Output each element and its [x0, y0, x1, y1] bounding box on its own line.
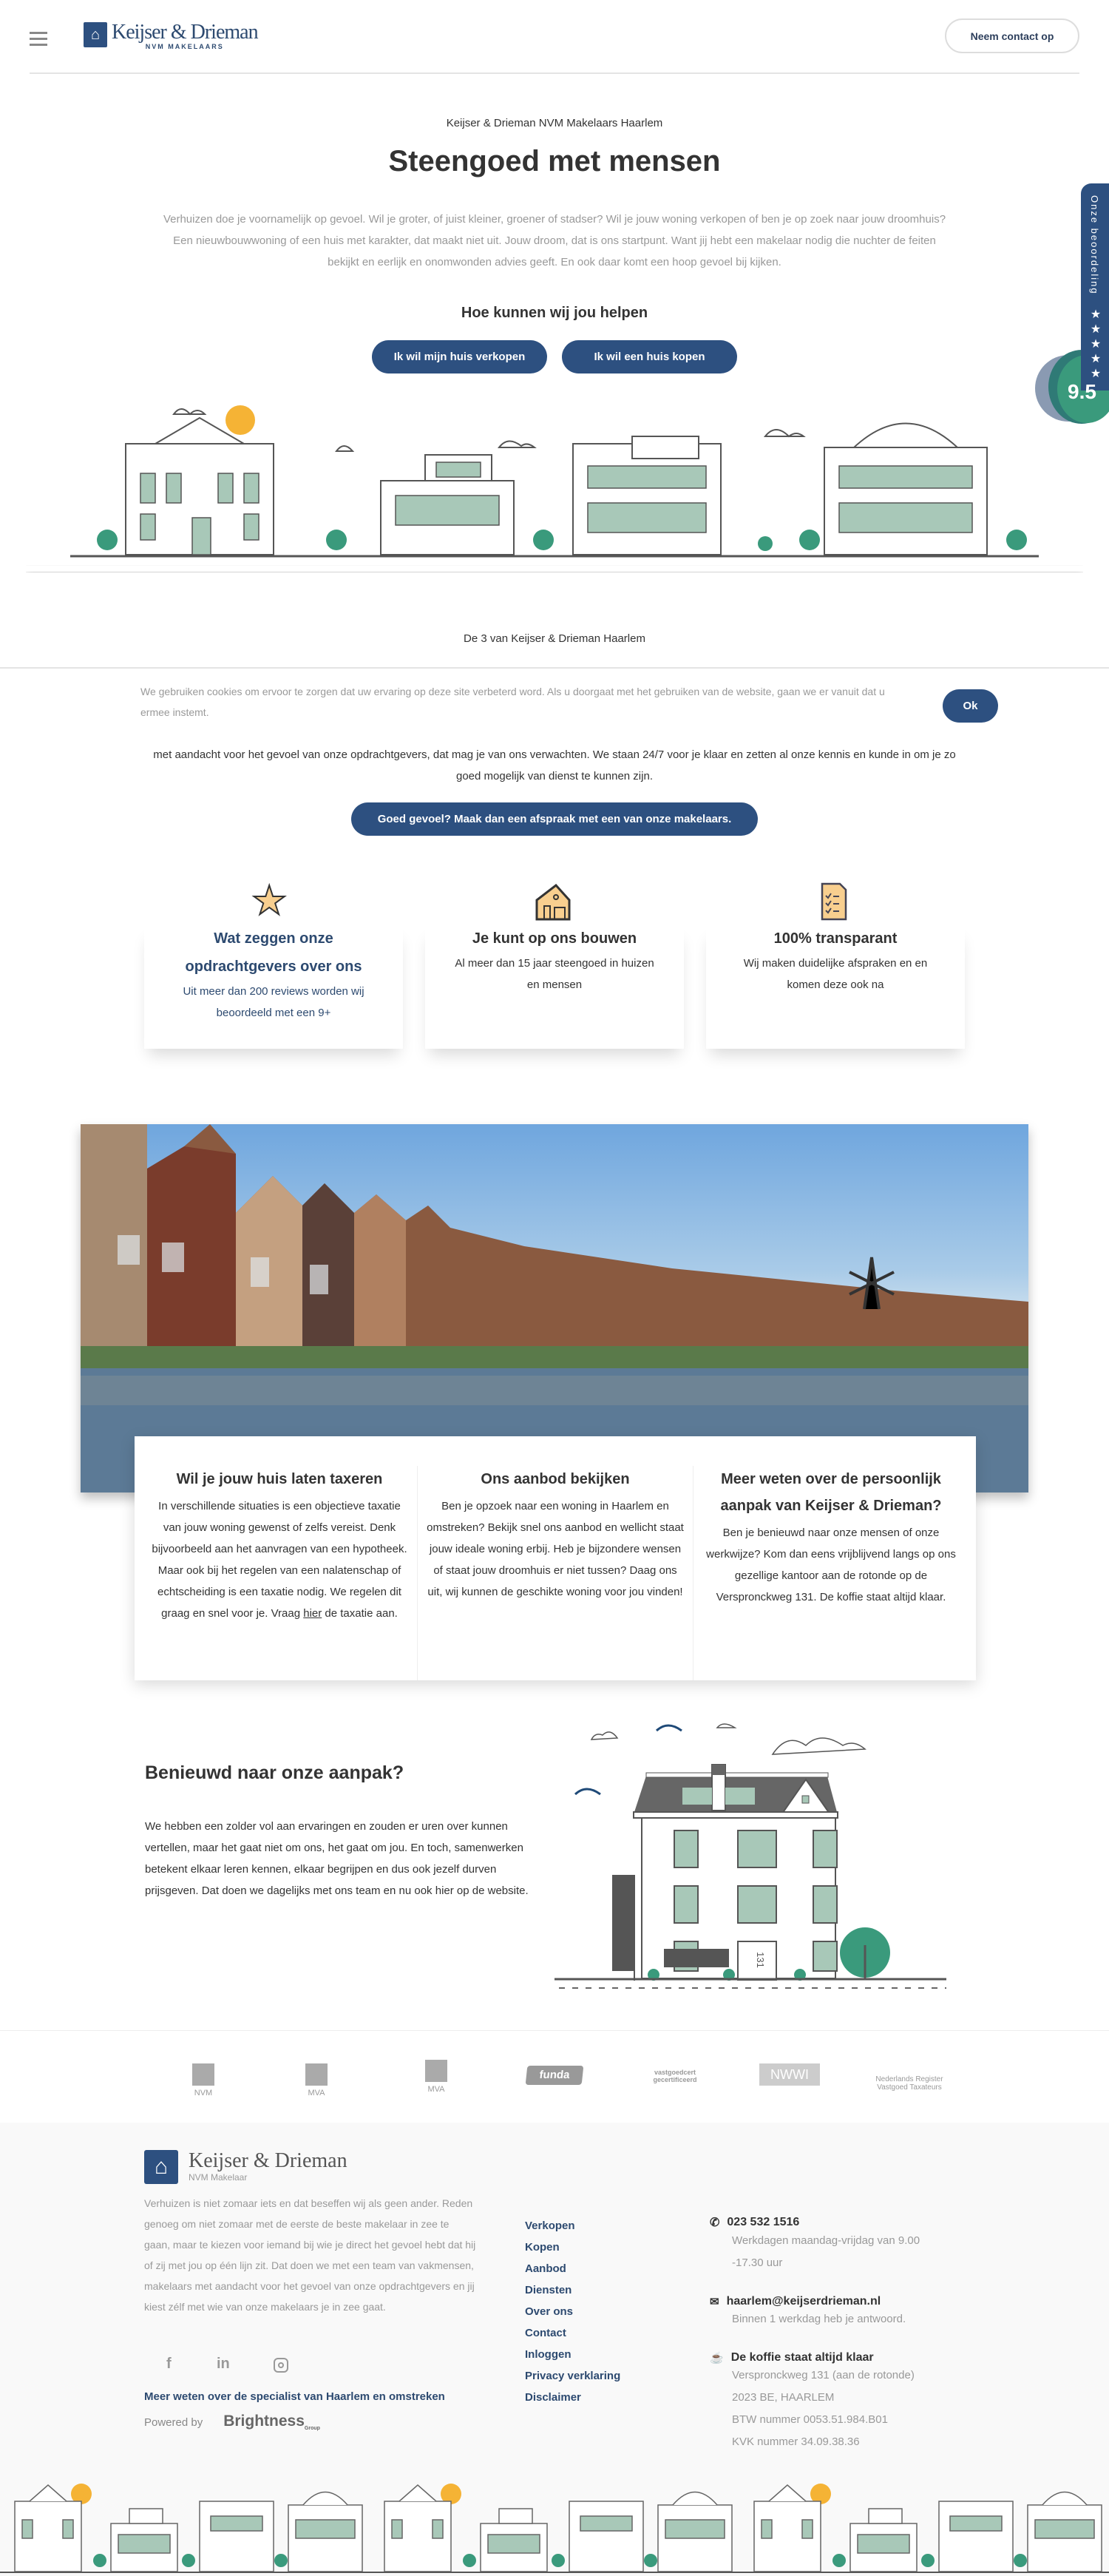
email-note: Binnen 1 werkdag heb je antwoord. [732, 2313, 906, 2325]
footer-link-over-ons[interactable]: Over ons [525, 2301, 620, 2322]
office-hours: Werkdagen maandag-vrijdag van 9.00 -17.3… [732, 2234, 920, 2269]
rating-label: Onze beoordeling [1089, 195, 1100, 295]
approach-text: We hebben een zolder vol aan ervaringen … [145, 1820, 529, 1897]
phone-link[interactable]: 023 532 1516 [727, 2216, 799, 2229]
service-title: Meer weten over de persoonlijk aanpak va… [720, 1471, 942, 1514]
cookie-text: We gebruiken cookies om ervoor te zorgen… [140, 686, 885, 718]
feature-text: Al meer dan 15 jaar steengoed in huizen … [455, 957, 654, 991]
feature-card-build: Je kunt op ons bouwen Al meer dan 15 jaa… [425, 926, 684, 1049]
services-box: Wil je jouw huis laten taxeren In versch… [135, 1436, 976, 1680]
partner-logo-nrvt[interactable]: Nederlands Register Vastgoed Taxateurs [869, 2075, 950, 2092]
footer-link-inloggen[interactable]: Inloggen [525, 2344, 620, 2365]
approach-title: Benieuwd naar onze aanpak? [145, 1762, 404, 1783]
service-offer[interactable]: Ons aanbod bekijken Ben je opzoek naar e… [417, 1466, 693, 1680]
service-text: In verschillende situaties is een object… [152, 1500, 407, 1620]
logo[interactable]: ⌂ Keijser & Drieman NVM MAKELAARS [84, 21, 259, 50]
footer-brand: Keijser & Drieman [189, 2149, 347, 2172]
partner-logo-funda[interactable]: funda [525, 2066, 584, 2085]
footer-link-aanbod[interactable]: Aanbod [525, 2258, 620, 2279]
contact-button[interactable]: Neem contact op [945, 18, 1079, 53]
house-number: 131 [755, 1952, 766, 1968]
star-icon: ★ [251, 878, 288, 924]
cookie-banner: We gebruiken cookies om ervoor te zorgen… [0, 667, 1109, 740]
linkedin-icon[interactable]: in [217, 2356, 230, 2373]
service-text: Ben je opzoek naar een woning in Haarlem… [427, 1500, 684, 1598]
coffee-title: De koffie staat altijd klaar [730, 2351, 874, 2364]
appointment-button[interactable]: Goed gevoel? Maak dan een afspraak met e… [351, 802, 758, 836]
brightness-logo[interactable]: BrightnessGroup [223, 2413, 320, 2431]
hero-eyebrow: Keijser & Drieman NVM Makelaars Haarlem [446, 117, 663, 129]
team-text: met aandacht voor het gevoel van onze op… [153, 748, 956, 782]
service-title: Ons aanbod bekijken [481, 1471, 630, 1487]
footer-brand-sub: NVM Makelaar [189, 2172, 248, 2183]
service-text: Vraag [271, 1607, 304, 1620]
service-text: Ben je benieuwd naar onze mensen of onze… [706, 1527, 956, 1603]
coc-number: KVK nummer 34.09.38.36 [732, 2435, 860, 2448]
hero-paragraph: Verhuizen doe je voornamelijk op gevoel.… [163, 213, 946, 268]
checklist-icon [821, 882, 847, 921]
service-title: Wil je jouw huis laten taxeren [176, 1471, 383, 1487]
partner-logo-vastgoedcert[interactable]: vastgoedcert gecertificeerd [634, 2069, 716, 2083]
footer: ⌂ Keijser & Drieman NVM Makelaar Verhuiz… [0, 2123, 1109, 2576]
address-line: 2023 BE, HAARLEM [732, 2391, 835, 2404]
phone-icon: ✆ [710, 2217, 720, 2229]
buy-house-button[interactable]: Ik wil een huis kopen [562, 340, 737, 373]
service-approach[interactable]: Meer weten over de persoonlijk aanpak va… [693, 1466, 969, 1680]
footer-nav: Verkopen Kopen Aanbod Diensten Over ons … [525, 2215, 620, 2408]
help-title: Hoe kunnen wij jou helpen [461, 305, 648, 321]
feature-title: Wat zeggen onze opdrachtgevers over ons [185, 930, 362, 975]
logo-icon: ⌂ [84, 22, 107, 47]
header-divider [30, 72, 1079, 74]
instagram-icon[interactable] [274, 2358, 288, 2373]
feature-card-transparent: 100% transparant Wij maken duidelijke af… [706, 926, 965, 1049]
feature-text: Wij maken duidelijke afspraken en en kom… [743, 957, 928, 991]
logo-subtext: NVM MAKELAARS [145, 43, 224, 50]
feature-title: Je kunt op ons bouwen [472, 930, 637, 947]
footer-about: Verhuizen is niet zomaar iets en dat bes… [144, 2197, 476, 2313]
house-icon [535, 884, 571, 921]
footer-link-contact[interactable]: Contact [525, 2322, 620, 2344]
cookie-ok-button[interactable]: Ok [943, 689, 998, 723]
footer-link-kopen[interactable]: Kopen [525, 2237, 620, 2258]
sell-house-button[interactable]: Ik wil mijn huis verkopen [372, 340, 547, 373]
partner-logo-mva-2[interactable]: MVA [421, 2056, 451, 2094]
rating-badge[interactable]: Onze beoordeling ★ ★ ★ ★ ★ 9.5 [1035, 183, 1109, 427]
section-divider [0, 2030, 1109, 2031]
address-line: Verspronckweg 131 (aan de rotonde) [732, 2369, 915, 2381]
footer-skyline-illustration [0, 2483, 1109, 2573]
rating-stars: ★ ★ ★ ★ ★ [1090, 308, 1102, 380]
logo-text: Keijser & Drieman [112, 21, 259, 44]
feature-card-reviews[interactable]: Wat zeggen onze opdrachtgevers over ons … [144, 926, 403, 1049]
footer-specialist: Meer weten over de specialist van Haarle… [144, 2390, 445, 2403]
footer-link-diensten[interactable]: Diensten [525, 2279, 620, 2301]
team-eyebrow: De 3 van Keijser & Drieman Haarlem [464, 632, 645, 645]
partner-logo-nvm[interactable]: NVM [189, 2056, 218, 2097]
powered-by-label: Powered by [144, 2416, 203, 2429]
vat-number: BTW nummer 0053.51.984.B01 [732, 2413, 888, 2426]
valuation-link[interactable]: hier [303, 1607, 322, 1620]
service-valuation: Wil je jouw huis laten taxeren In versch… [142, 1466, 417, 1680]
feature-title: 100% transparant [773, 930, 898, 947]
footer-link-verkopen[interactable]: Verkopen [525, 2215, 620, 2237]
email-link[interactable]: haarlem@keijserdrieman.nl [727, 2295, 881, 2308]
page-title: Steengoed met mensen [388, 145, 721, 178]
mail-icon: ✉ [710, 2296, 719, 2308]
partner-logo-mva[interactable]: MVA [302, 2056, 331, 2097]
footer-link-privacy[interactable]: Privacy verklaring [525, 2365, 620, 2387]
footer-contact: ✆ 023 532 1516 Werkdagen maandag-vrijdag … [710, 2215, 954, 2453]
footer-logo[interactable]: ⌂ Keijser & Drieman NVM Makelaar [144, 2150, 347, 2184]
menu-button[interactable] [30, 28, 47, 50]
footer-link-disclaimer[interactable]: Disclaimer [525, 2387, 620, 2408]
office-building-illustration: 131 [554, 1723, 946, 1989]
partner-logo-nwwi[interactable]: NWWI [759, 2063, 820, 2086]
facebook-icon[interactable]: f [166, 2356, 172, 2373]
coffee-icon: ☕ [710, 2352, 724, 2364]
city-skyline-illustration [26, 405, 1083, 572]
service-text: de taxatie aan. [322, 1607, 398, 1620]
feature-text: Uit meer dan 200 reviews worden wij beoo… [183, 985, 364, 1019]
logo-icon: ⌂ [144, 2150, 178, 2184]
